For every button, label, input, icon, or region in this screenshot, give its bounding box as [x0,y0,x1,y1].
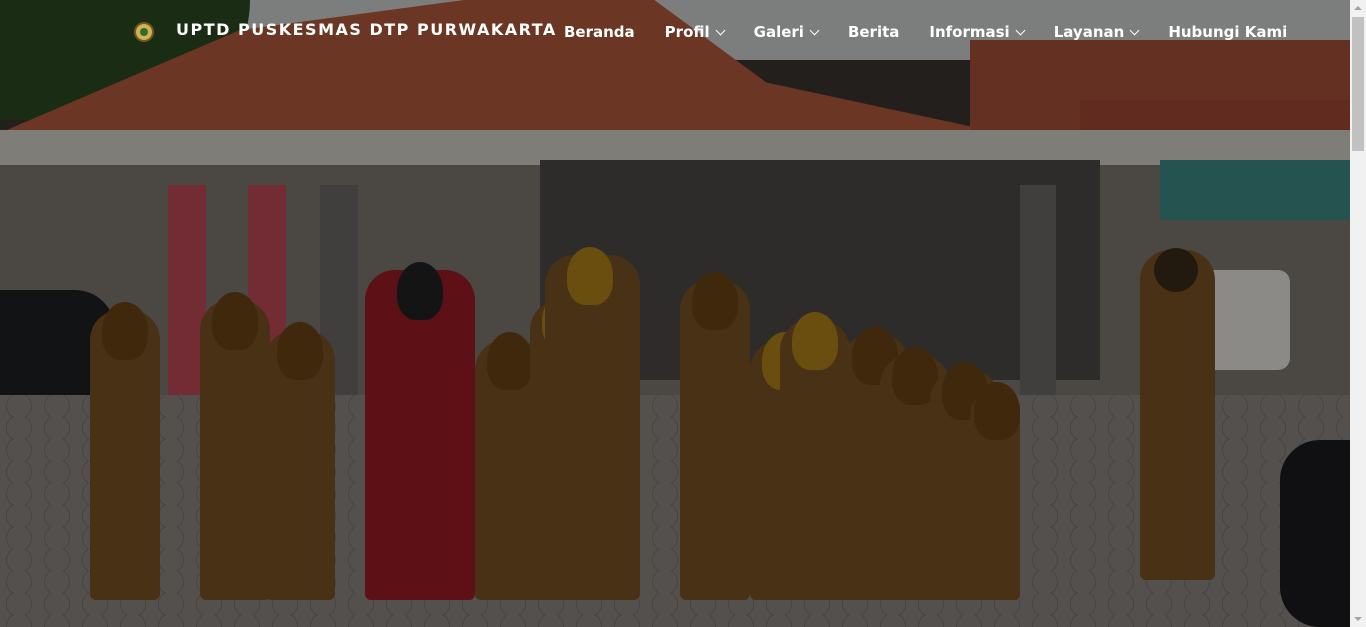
nav-item-label: Informasi [929,23,1010,41]
scroll-down-arrow-icon[interactable] [1350,611,1366,627]
chevron-down-icon [1129,25,1140,35]
chevron-down-icon [809,25,820,35]
main-nav: Beranda Profil Galeri Berita Informasi L… [564,18,1287,46]
chevron-down-icon [715,25,726,35]
nav-item-label: Beranda [564,23,635,41]
chevron-down-icon [1015,25,1026,35]
nav-item-label: Layanan [1053,23,1125,41]
nav-item-beranda[interactable]: Beranda [564,23,635,41]
emblem-logo-icon [134,22,154,42]
scrollbar-thumb[interactable] [1352,17,1364,151]
nav-item-layanan[interactable]: Layanan [1053,23,1140,41]
site-title: UPTD PUSKESMAS DTP PURWAKARTA [176,19,557,39]
scroll-up-arrow-icon[interactable] [1350,0,1366,16]
vertical-scrollbar[interactable] [1350,0,1366,627]
nav-item-informasi[interactable]: Informasi [929,23,1026,41]
nav-item-label: Berita [847,23,900,41]
navbar: UPTD PUSKESMAS DTP PURWAKARTA Beranda Pr… [0,0,1350,62]
nav-item-hubungi-kami[interactable]: Hubungi Kami [1168,23,1287,41]
nav-item-label: Galeri [753,23,804,41]
nav-item-label: Hubungi Kami [1168,23,1288,41]
brand-link[interactable]: UPTD PUSKESMAS DTP PURWAKARTA [134,18,557,46]
nav-item-berita[interactable]: Berita [848,23,899,41]
nav-item-label: Profil [664,23,710,41]
nav-item-profil[interactable]: Profil [664,23,726,41]
nav-item-galeri[interactable]: Galeri [753,23,820,41]
hero-dark-overlay [0,0,1350,627]
